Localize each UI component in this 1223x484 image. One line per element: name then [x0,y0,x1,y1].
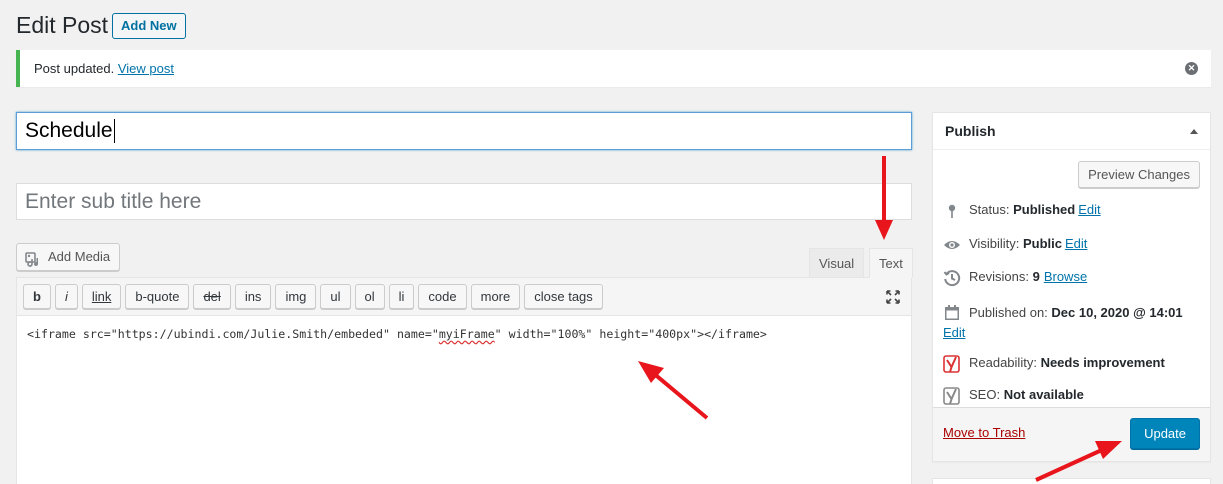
qt-ul-button[interactable]: ul [320,284,351,309]
pin-icon [943,202,961,220]
browse-revisions-link[interactable]: Browse [1044,269,1087,284]
published-on-row: Published on: Dec 10, 2020 @ 14:01 Edit [943,303,1205,343]
qt-italic-button[interactable]: i [54,284,78,309]
status-row: Status: Published Edit [943,202,1101,220]
editor-code-pre: <iframe src="https://ubindi.com/Julie.Sm… [27,327,439,341]
update-button[interactable]: Update [1130,418,1200,449]
readability-label: Readability: [969,355,1037,370]
seo-label: SEO: [969,387,1001,402]
yoast-icon [943,355,961,373]
qt-img-button[interactable]: img [275,284,317,309]
page-title: Edit Post [16,12,109,38]
published-on-value: Dec 10, 2020 @ 14:01 [1051,305,1183,320]
next-metabox [932,478,1211,484]
revisions-row: Revisions: 9 Browse [943,269,1087,287]
qt-code-button[interactable]: code [418,284,467,309]
history-icon [943,269,961,287]
post-title-input[interactable]: Schedule [16,112,912,150]
text-caret [113,119,115,144]
edit-visibility-link[interactable]: Edit [1065,236,1087,251]
publish-heading: Publish [945,123,996,139]
publish-header[interactable]: Publish [933,113,1210,150]
qt-link-button[interactable]: link [81,284,122,309]
status-value: Published [1013,202,1076,217]
editor-code-post: " width="100%" height="400px"></iframe> [494,327,767,341]
publish-box: Publish Preview Changes Status: Publishe… [932,112,1211,462]
text-editor: b i link b-quote del ins img ul ol li co… [16,277,912,484]
major-publishing-actions: Move to Trash Update [933,407,1210,461]
editor-content[interactable]: <iframe src="https://ubindi.com/Julie.Sm… [17,316,911,352]
qt-bold-button[interactable]: b [23,284,51,309]
seo-row: SEO: Not available [943,387,1084,405]
close-icon[interactable]: ✕ [1185,62,1198,75]
status-label: Status: [969,202,1010,217]
qt-del-button[interactable]: del [193,284,231,309]
add-media-button[interactable]: Add Media [16,243,121,271]
tab-visual[interactable]: Visual [809,248,865,278]
qt-blockquote-button[interactable]: b-quote [125,284,190,309]
view-post-link[interactable]: View post [118,61,174,76]
qt-ins-button[interactable]: ins [234,284,272,309]
tab-text[interactable]: Text [869,248,913,278]
add-media-label: Add Media [48,249,111,264]
visibility-value: Public [1022,236,1062,251]
visibility-row: Visibility: Public Edit [943,236,1087,254]
post-title-value: Schedule [25,119,113,142]
post-updated-notice: Post updated. View post ✕ [16,50,1211,87]
revisions-value: 9 [1032,269,1040,284]
fullscreen-icon[interactable] [885,289,901,305]
edit-status-link[interactable]: Edit [1078,202,1100,217]
revisions-label: Revisions: [969,269,1029,284]
yoast-icon [943,387,961,405]
qt-ol-button[interactable]: ol [354,284,385,309]
add-new-button[interactable]: Add New [112,13,186,39]
edit-date-link[interactable]: Edit [943,325,965,340]
seo-value: Not available [1003,387,1084,402]
qt-li-button[interactable]: li [388,284,415,309]
quicktags-toolbar: b i link b-quote del ins img ul ol li co… [17,278,911,316]
readability-value: Needs improvement [1040,355,1165,370]
subtitle-input[interactable]: Enter sub title here [16,183,912,220]
media-icon [25,250,42,267]
qt-more-button[interactable]: more [470,284,521,309]
eye-icon [943,236,961,254]
qt-close-tags-button[interactable]: close tags [524,284,603,309]
visibility-label: Visibility: [969,236,1020,251]
readability-row: Readability: Needs improvement [943,355,1165,373]
notice-message: Post updated. [34,61,115,76]
published-on-label: Published on: [969,305,1048,320]
editor-code-misspelled: myiFrame [438,327,495,341]
calendar-icon [943,304,961,322]
triangle-up-icon[interactable] [1190,129,1198,134]
move-to-trash-link[interactable]: Move to Trash [943,425,1025,440]
preview-changes-button[interactable]: Preview Changes [1078,161,1200,188]
